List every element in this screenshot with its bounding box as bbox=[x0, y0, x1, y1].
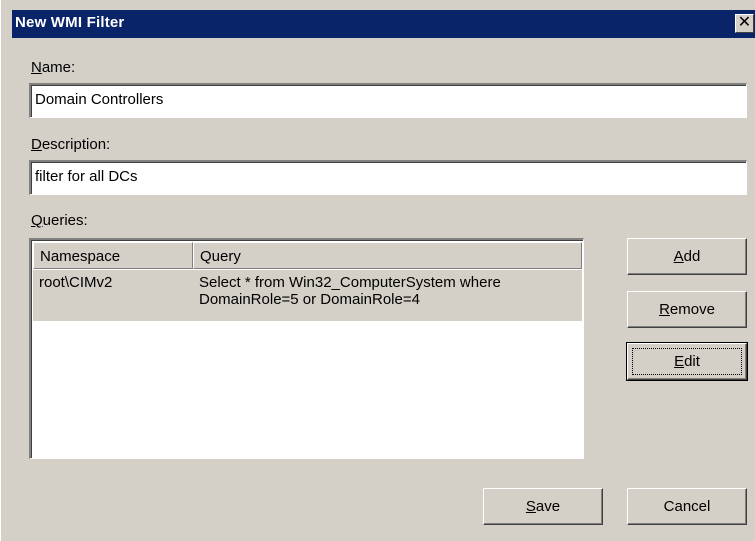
window-title: New WMI Filter bbox=[15, 14, 125, 31]
query-cell: Select * from Win32_ComputerSystem where… bbox=[199, 274, 501, 308]
remove-button[interactable]: Remove bbox=[627, 291, 747, 328]
new-wmi-filter-dialog: New WMI Filter ✕ Name: Domain Controller… bbox=[0, 0, 755, 541]
name-input[interactable]: Domain Controllers bbox=[29, 83, 747, 118]
queries-list[interactable]: Namespace Query root\CIMv2 Select * from… bbox=[29, 238, 584, 459]
query-line-2: DomainRole=5 or DomainRole=4 bbox=[199, 291, 420, 308]
queries-list-header: Namespace Query bbox=[33, 242, 582, 269]
add-button[interactable]: Add bbox=[627, 238, 747, 275]
column-header-query[interactable]: Query bbox=[193, 242, 582, 269]
title-bar[interactable]: New WMI Filter ✕ bbox=[12, 10, 755, 38]
edit-button[interactable]: Edit bbox=[626, 342, 748, 381]
column-header-namespace[interactable]: Namespace bbox=[33, 242, 193, 269]
description-input[interactable]: filter for all DCs bbox=[29, 160, 747, 195]
name-label: Name: bbox=[31, 59, 76, 76]
cancel-button[interactable]: Cancel bbox=[627, 488, 747, 525]
query-line-1: Select * from Win32_ComputerSystem where bbox=[199, 274, 501, 291]
namespace-cell: root\CIMv2 bbox=[39, 274, 113, 291]
description-label: Description: bbox=[31, 136, 111, 153]
table-row[interactable]: root\CIMv2 Select * from Win32_ComputerS… bbox=[33, 270, 582, 321]
edit-button-label: Edit bbox=[632, 348, 742, 375]
save-button[interactable]: Save bbox=[483, 488, 603, 525]
queries-label: Queries: bbox=[31, 212, 88, 229]
close-icon[interactable]: ✕ bbox=[735, 14, 754, 33]
